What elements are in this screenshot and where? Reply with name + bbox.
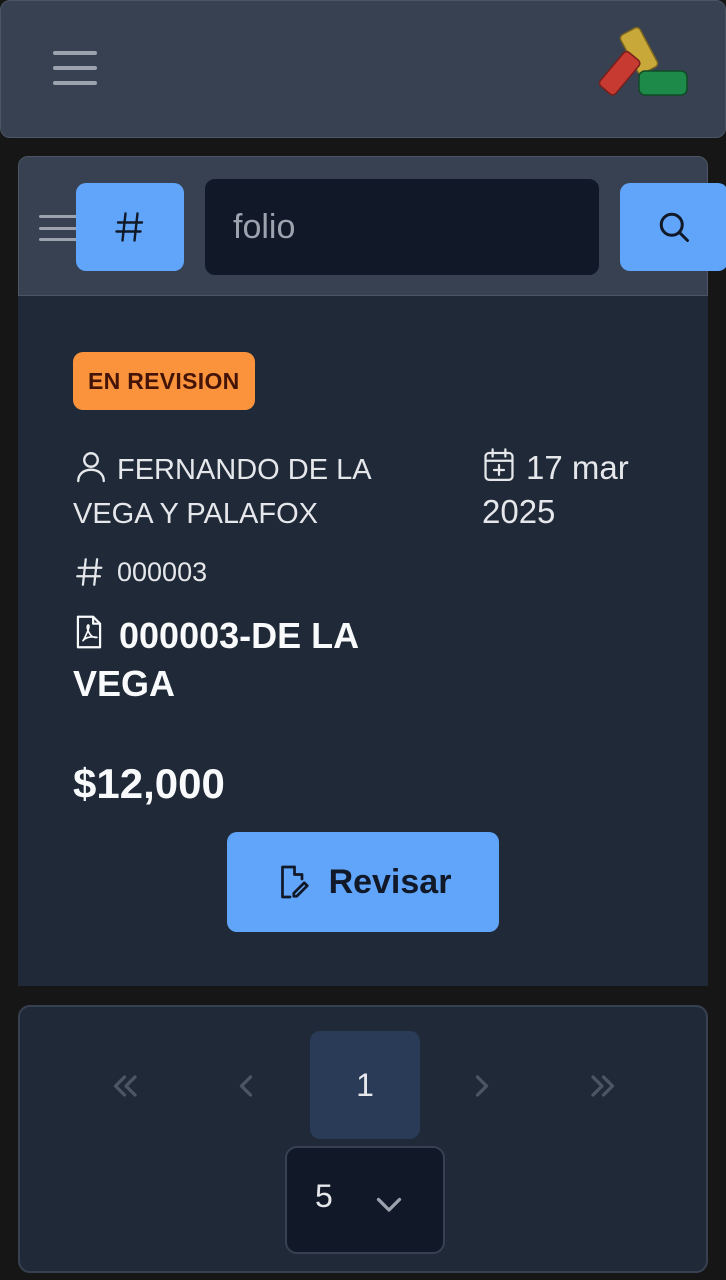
record-amount: $12,000 [73, 760, 225, 807]
person-name: FERNANDO DE LA VEGA Y PALAFOX [73, 454, 370, 530]
status-badge: EN REVISION [73, 352, 255, 410]
prev-page-button[interactable] [216, 1049, 276, 1123]
pdf-file-icon [76, 615, 102, 649]
top-navbar [0, 0, 726, 138]
search-type-button[interactable] [76, 183, 184, 271]
hamburger-menu-icon[interactable] [53, 51, 97, 85]
user-icon [77, 452, 105, 483]
revisar-button[interactable]: Revisar [227, 832, 499, 932]
chevron-right-icon [475, 1075, 489, 1097]
double-chevron-left-icon [113, 1075, 137, 1097]
edit-document-icon [280, 865, 309, 899]
folio-search-input[interactable] [203, 177, 601, 277]
folio-row: 000003 [73, 550, 207, 594]
chevron-left-icon [239, 1075, 253, 1097]
page-size-value: 5 [315, 1178, 333, 1214]
next-page-button[interactable] [452, 1049, 512, 1123]
page-size-select[interactable]: 5 [285, 1146, 445, 1254]
date-row: 17 mar 2025 [482, 446, 682, 534]
folio-number: 000003 [117, 556, 208, 587]
file-name-link[interactable]: 000003-DE LA VEGA [73, 612, 403, 708]
chevron-down-icon [376, 1197, 402, 1212]
pagination: 1 5 [18, 1005, 708, 1273]
brand-logo[interactable] [597, 19, 693, 101]
search-icon [659, 212, 689, 242]
calendar-plus-icon [484, 448, 514, 482]
double-chevron-right-icon [591, 1075, 615, 1097]
last-page-button[interactable] [572, 1049, 632, 1123]
search-toolbar [18, 156, 726, 296]
file-row[interactable]: 000003-DE LA VEGA [73, 612, 403, 708]
hash-icon [76, 558, 103, 586]
current-page-button[interactable]: 1 [310, 1031, 420, 1139]
record-card: EN REVISION FERNANDO DE LA VEGA Y PALAFO… [18, 296, 708, 986]
revisar-label: Revisar [328, 862, 452, 901]
search-button[interactable] [620, 183, 726, 271]
person-row: FERNANDO DE LA VEGA Y PALAFOX [73, 448, 403, 536]
filter-menu-icon[interactable] [39, 215, 77, 241]
first-page-button[interactable] [96, 1049, 156, 1123]
hash-icon [115, 212, 144, 242]
